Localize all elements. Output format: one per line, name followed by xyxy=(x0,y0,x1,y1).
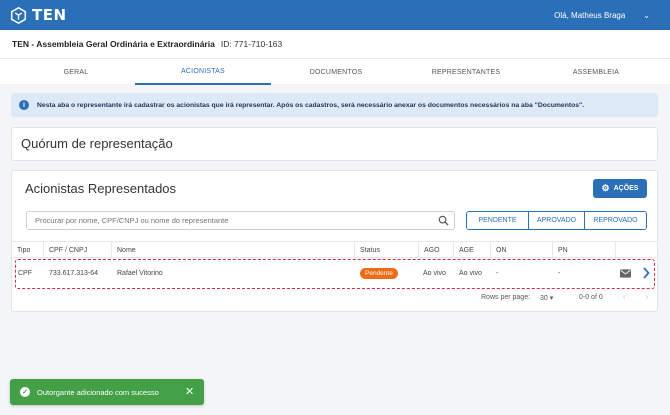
column-header-nome[interactable]: Nome xyxy=(111,242,354,258)
cell-cpf: 733.617.313-64 xyxy=(49,270,99,277)
acionistas-card: Acionistas Representados ⚙ AÇÕES PENDENT… xyxy=(11,170,658,312)
info-text: Nesta aba o representante irá cadastrar … xyxy=(37,101,585,109)
column-header-on[interactable]: ON xyxy=(490,242,552,258)
chevron-down-icon: ⌄ xyxy=(643,10,650,20)
cell-pn: - xyxy=(558,270,561,277)
cell-age: Ao vivo xyxy=(459,270,482,277)
filter-reprovado-button[interactable]: REPROVADO xyxy=(584,212,646,229)
chevron-right-icon[interactable] xyxy=(642,265,650,281)
cell-tipo: CPF xyxy=(18,270,32,277)
prev-page-icon[interactable]: ‹ xyxy=(623,294,625,301)
close-icon[interactable]: ✕ xyxy=(185,385,194,398)
quorum-card: Quórum de representação xyxy=(11,127,658,161)
search-icon[interactable] xyxy=(438,215,449,226)
success-toast: ✓ Outorgante adicionado com sucesso ✕ xyxy=(10,379,204,405)
check-circle-icon: ✓ xyxy=(20,387,30,397)
top-bar: TEN Olá, Matheus Braga ⌄ xyxy=(0,0,670,30)
user-greeting: Olá, Matheus Braga xyxy=(554,10,626,20)
filter-pendente-button[interactable]: PENDENTE xyxy=(467,212,528,229)
info-banner: i Nesta aba o representante irá cadastra… xyxy=(11,93,658,117)
cell-ago: Ao vivo xyxy=(423,270,446,277)
table-header: Tipo CPF / CNPJ Nome Status AGO AGE ON P… xyxy=(12,241,657,258)
filter-aprovado-button[interactable]: APROVADO xyxy=(528,212,584,229)
gear-icon: ⚙ xyxy=(601,183,610,193)
search-input[interactable] xyxy=(26,211,455,230)
tab-acionistas[interactable]: ACIONISTAS xyxy=(135,59,271,85)
column-header-ago[interactable]: AGO xyxy=(418,242,453,258)
logo-text: TEN xyxy=(32,6,67,24)
acoes-button[interactable]: ⚙ AÇÕES xyxy=(593,179,647,198)
page-title: TEN - Assembleia Geral Ordinária e Extra… xyxy=(12,39,215,49)
tab-geral[interactable]: GERAL xyxy=(0,59,152,85)
column-header-tipo[interactable]: Tipo xyxy=(12,242,43,258)
column-header-status[interactable]: Status xyxy=(354,242,418,258)
tab-documentos[interactable]: DOCUMENTOS xyxy=(268,59,404,85)
page-range: 0-0 of 0 xyxy=(579,294,603,301)
quorum-title: Quórum de representação xyxy=(21,136,173,151)
column-header-cpf[interactable]: CPF / CNPJ xyxy=(43,242,111,258)
table-row[interactable]: CPF 733.617.313-64 Rafael Vitorino Pende… xyxy=(15,259,655,289)
logo[interactable]: TEN xyxy=(10,6,67,24)
acoes-label: AÇÕES xyxy=(613,185,639,192)
tab-assembleia[interactable]: ASSEMBLEIA xyxy=(528,59,664,85)
column-header-age[interactable]: AGE xyxy=(453,242,490,258)
page-title-bar: TEN - Assembleia Geral Ordinária e Extra… xyxy=(0,30,670,58)
column-header-actions xyxy=(615,242,657,258)
tab-representantes[interactable]: REPRESENTANTES xyxy=(398,59,534,85)
status-filter-group: PENDENTE APROVADO REPROVADO xyxy=(466,211,647,230)
rows-per-page-label: Rows per page: xyxy=(481,294,531,301)
column-header-pn[interactable]: PN xyxy=(552,242,615,258)
rows-per-page-select[interactable]: 30 ▾ xyxy=(540,294,553,302)
acionistas-title: Acionistas Representados xyxy=(25,181,177,196)
next-page-icon[interactable]: › xyxy=(646,294,648,301)
logo-icon xyxy=(10,6,27,24)
status-badge: Pendente xyxy=(360,268,398,279)
assembly-id: ID: 771-710-163 xyxy=(220,39,283,49)
cell-nome: Rafael Vitorino xyxy=(117,270,163,277)
mail-icon[interactable] xyxy=(620,269,631,278)
pagination: Rows per page: 30 ▾ 0-0 of 0 ‹ › xyxy=(12,293,657,307)
toast-message: Outorgante adicionado com sucesso xyxy=(37,387,159,397)
info-icon: i xyxy=(19,100,29,110)
user-menu[interactable]: Olá, Matheus Braga ⌄ xyxy=(554,0,650,30)
cell-on: - xyxy=(496,270,499,277)
tab-bar: GERAL ACIONISTAS DOCUMENTOS REPRESENTANT… xyxy=(0,58,670,85)
